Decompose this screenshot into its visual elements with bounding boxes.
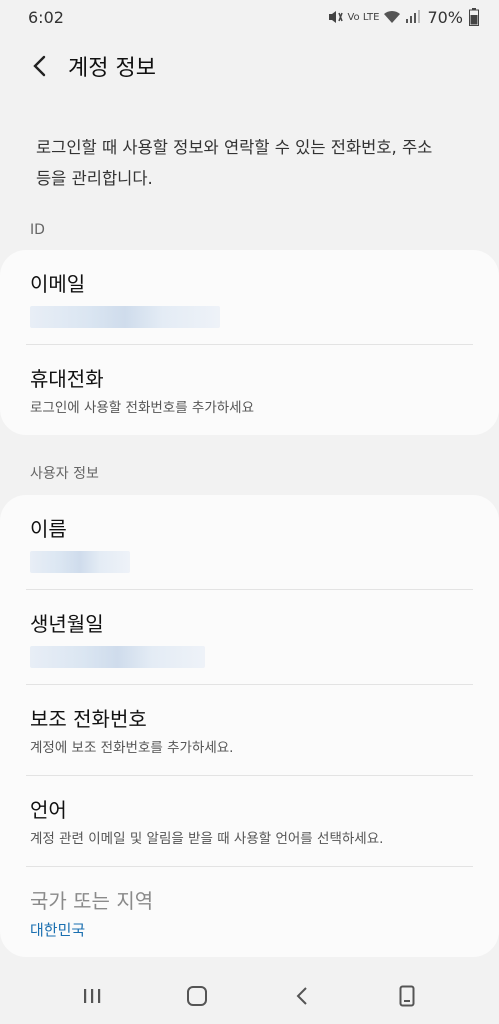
language-title: 언어 [30, 798, 67, 822]
birthday-row[interactable]: 생년월일 [26, 590, 473, 685]
keyboard-toggle-icon [399, 985, 415, 1007]
nav-back-button[interactable] [280, 974, 324, 1018]
user-info-card: 이름 생년월일 보조 전화번호 계정에 보조 전화번호를 추가하세요. 언어 계… [0, 495, 499, 957]
name-title: 이름 [30, 517, 67, 541]
name-redacted-value [30, 551, 130, 573]
network-label: Vo LTE [347, 11, 380, 23]
recent-apps-icon [84, 989, 101, 1003]
page-title: 계정 정보 [68, 56, 156, 81]
region-title: 국가 또는 지역 [30, 889, 154, 913]
section-label-user: 사용자 정보 [30, 466, 99, 482]
birthday-redacted-value [30, 646, 205, 668]
status-time: 6:02 [28, 7, 64, 27]
phone-subtitle: 로그인에 사용할 전화번호를 추가하세요 [30, 400, 255, 416]
language-subtitle: 계정 관련 이메일 및 알림을 받을 때 사용할 언어를 선택하세요. [30, 831, 384, 847]
home-button[interactable] [175, 974, 219, 1018]
id-card: 이메일 휴대전화 로그인에 사용할 전화번호를 추가하세요 [0, 250, 499, 435]
name-row[interactable]: 이름 [26, 495, 473, 590]
back-arrow-icon [33, 55, 46, 77]
status-bar: 6:02 Vo LTE 70% [0, 0, 499, 34]
back-button[interactable] [26, 52, 54, 80]
home-icon [187, 986, 208, 1006]
email-row[interactable]: 이메일 [26, 250, 473, 345]
phone-title: 휴대전화 [30, 367, 104, 391]
system-navigation-bar [0, 968, 499, 1024]
nav-back-icon [296, 987, 307, 1005]
backup-phone-title: 보조 전화번호 [30, 707, 147, 731]
backup-phone-row[interactable]: 보조 전화번호 계정에 보조 전화번호를 추가하세요. [26, 685, 473, 776]
recent-apps-button[interactable] [70, 974, 114, 1018]
app-header: 계정 정보 [0, 34, 499, 98]
signal-icon [406, 10, 421, 23]
wifi-icon [384, 10, 401, 23]
backup-phone-subtitle: 계정에 보조 전화번호를 추가하세요. [30, 740, 234, 756]
page-description: 로그인할 때 사용할 정보와 연락할 수 있는 전화번호, 주소 등을 관리합니… [36, 138, 433, 188]
birthday-title: 생년월일 [30, 612, 104, 636]
language-row[interactable]: 언어 계정 관련 이메일 및 알림을 받을 때 사용할 언어를 선택하세요. [26, 776, 473, 867]
section-label-id: ID [30, 222, 45, 238]
email-redacted-value [30, 306, 220, 328]
status-right: Vo LTE 70% [327, 8, 479, 27]
battery-percent: 70% [427, 7, 463, 27]
region-value: 대한민국 [30, 921, 86, 939]
mute-icon [329, 11, 344, 23]
status-icons: Vo LTE [327, 10, 421, 24]
keyboard-toggle-button[interactable] [385, 974, 429, 1018]
email-title: 이메일 [30, 272, 86, 296]
region-row: 국가 또는 지역 대한민국 [26, 867, 473, 957]
battery-icon [469, 8, 479, 26]
phone-row[interactable]: 휴대전화 로그인에 사용할 전화번호를 추가하세요 [26, 345, 473, 435]
